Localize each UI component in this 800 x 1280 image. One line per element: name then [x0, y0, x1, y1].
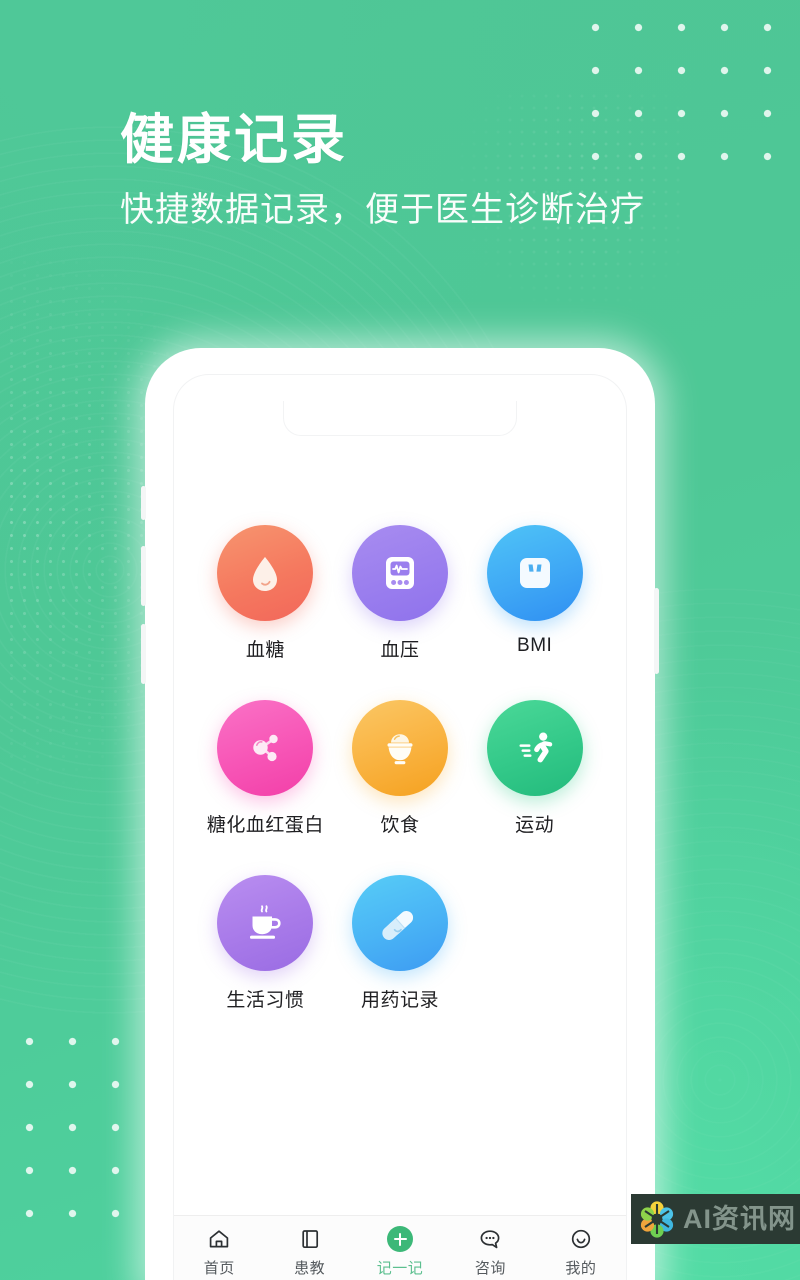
grid-item-label: 血糖 — [245, 640, 285, 661]
blood-glucose-icon-badge — [217, 525, 314, 621]
medication-icon-badge — [351, 875, 448, 971]
promo-banner: 健康记录 快捷数据记录，便于医生诊断治疗 血糖 血压 BMI 糖化血红蛋白 饮食… — [0, 0, 800, 1280]
exercise-icon-badge — [486, 700, 583, 796]
grid-item-label: 运动 — [515, 815, 555, 836]
grid-item-label: 饮食 — [380, 815, 420, 836]
tab-home[interactable]: 首页 — [174, 1226, 264, 1278]
grid-item-label: BMI — [517, 635, 553, 656]
flower-logo-icon — [637, 1199, 677, 1239]
phone-screen: 血糖 血压 BMI 糖化血红蛋白 饮食 运动 生活习惯 用药记录 首页 患教 记… — [173, 374, 627, 1280]
hero-text-block: 健康记录 快捷数据记录，便于医生诊断治疗 — [120, 110, 740, 233]
chat-bubble-icon — [477, 1226, 503, 1252]
grid-item-hba1c[interactable]: 糖化血红蛋白 — [198, 700, 333, 837]
phone-volume-up-button — [141, 546, 146, 606]
blood-pressure-monitor-icon — [385, 557, 414, 589]
phone-volume-down-button — [141, 624, 146, 684]
page-title: 健康记录 — [120, 110, 348, 170]
health-record-grid: 血糖 血压 BMI 糖化血红蛋白 饮食 运动 生活习惯 用药记录 — [174, 525, 626, 1012]
bmi-icon-badge — [486, 525, 583, 621]
bottom-tab-bar: 首页 患教 记一记 咨询 我的 — [174, 1215, 626, 1280]
tab-label: 患教 — [294, 1260, 326, 1277]
grid-item-lifestyle[interactable]: 生活习惯 — [198, 875, 333, 1012]
grid-item-diet[interactable]: 饮食 — [333, 700, 468, 837]
phone-notch — [283, 401, 517, 436]
lifestyle-icon-badge — [217, 875, 314, 971]
grid-item-blood-glucose[interactable]: 血糖 — [198, 525, 333, 662]
watermark: AI资讯网 — [631, 1194, 800, 1244]
running-person-icon — [519, 732, 552, 763]
hba1c-icon-badge — [217, 700, 314, 796]
tab-label: 记一记 — [376, 1260, 424, 1277]
plus-circle-icon — [387, 1226, 414, 1252]
watermark-text: AI资讯网 — [683, 1203, 796, 1234]
grid-item-exercise[interactable]: 运动 — [467, 700, 602, 837]
phone-mute-button — [141, 486, 146, 520]
tab-mine[interactable]: 我的 — [536, 1226, 626, 1278]
tab-patient-education[interactable]: 患教 — [264, 1226, 354, 1278]
tab-label: 首页 — [203, 1260, 235, 1277]
coffee-cup-icon — [250, 905, 281, 939]
page-subtitle: 快捷数据记录，便于医生诊断治疗 — [120, 191, 645, 230]
grid-item-label: 用药记录 — [360, 990, 439, 1011]
phone-mockup: 血糖 血压 BMI 糖化血红蛋白 饮食 运动 生活习惯 用药记录 首页 患教 记… — [141, 348, 659, 1280]
molecule-icon — [253, 734, 279, 762]
grid-item-label: 糖化血红蛋白 — [206, 815, 324, 836]
tab-record[interactable]: 记一记 — [355, 1226, 445, 1278]
blood-pressure-icon-badge — [351, 525, 448, 621]
weight-scale-icon — [519, 558, 550, 588]
tab-label: 我的 — [565, 1260, 597, 1277]
phone-power-button — [654, 588, 659, 674]
tab-consult[interactable]: 咨询 — [445, 1226, 535, 1278]
grid-item-bmi[interactable]: BMI — [467, 525, 602, 662]
grid-item-label: 生活习惯 — [226, 990, 305, 1011]
grid-item-label: 血压 — [380, 640, 420, 661]
rice-bowl-icon — [387, 734, 413, 765]
grid-item-medication[interactable]: 用药记录 — [333, 875, 468, 1012]
diet-icon-badge — [351, 700, 448, 796]
home-icon — [206, 1226, 232, 1252]
grid-item-blood-pressure[interactable]: 血压 — [333, 525, 468, 662]
blood-drop-icon — [253, 557, 278, 591]
capsule-pill-icon — [382, 910, 414, 940]
book-icon — [297, 1226, 323, 1252]
tab-label: 咨询 — [474, 1260, 506, 1277]
smiley-face-icon — [568, 1226, 594, 1252]
